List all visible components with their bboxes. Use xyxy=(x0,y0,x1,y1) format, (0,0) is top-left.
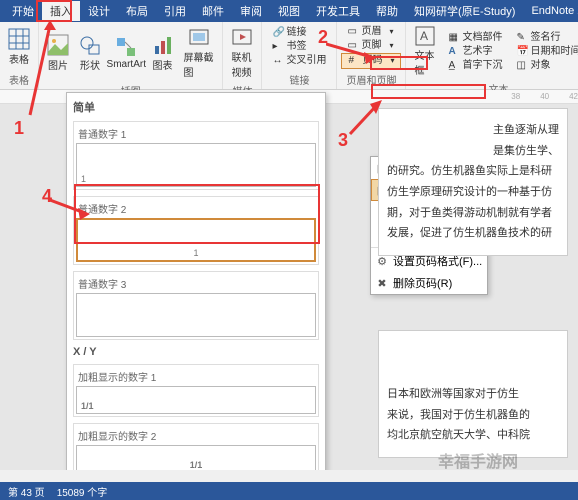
crossref-button[interactable]: ↔交叉引用 xyxy=(266,54,332,68)
footer-button[interactable]: ▭页脚▾ xyxy=(341,39,401,53)
tab-endnote[interactable]: EndNote X9 xyxy=(523,3,578,19)
ribbon: 表格 表格 图片 形状 SmartArt 图表 xyxy=(0,22,578,90)
page-number-button[interactable]: #页码▾ xyxy=(341,53,401,69)
tab-devtools[interactable]: 开发工具 xyxy=(308,1,368,21)
tab-insert[interactable]: 插入 xyxy=(42,1,80,21)
screenshot-button[interactable]: 屏幕截图 xyxy=(180,24,219,81)
menubar: 开始 插入 设计 布局 引用 邮件 审阅 视图 开发工具 帮助 知网研学(原E-… xyxy=(0,0,578,22)
wordart-icon: A xyxy=(445,46,457,58)
datetime-button[interactable]: 📅日期和时间 xyxy=(510,45,578,59)
wordart-button[interactable]: A艺术字 xyxy=(442,45,508,59)
tables-caption: 表格 xyxy=(9,51,29,66)
status-bar: 第 43 页 15089 个字 xyxy=(0,482,578,500)
gallery-section-xy: X / Y xyxy=(73,346,319,358)
bookmark-icon: ▸ xyxy=(269,41,281,53)
page-number-icon: # xyxy=(345,55,357,67)
document-page-1[interactable]: 主鱼逐渐从理 是集仿生学、 的研究。仿生机器鱼实际上是科研 仿生学原理研究设计的… xyxy=(378,108,568,256)
chart-button[interactable]: 图表 xyxy=(148,32,178,74)
svg-text:A: A xyxy=(420,29,428,43)
group-tables-label: 表格 xyxy=(9,70,29,87)
gallery-item-label: 普通数字 3 xyxy=(76,274,316,293)
tab-start[interactable]: 开始 xyxy=(4,1,42,21)
gallery-item-bold2[interactable]: 加粗显示的数字 2 1/1 xyxy=(73,423,319,470)
group-tables: 表格 表格 xyxy=(0,22,39,89)
status-pages[interactable]: 第 43 页 xyxy=(8,484,45,499)
bookmark-button[interactable]: ▸书签 xyxy=(266,40,332,54)
status-words[interactable]: 15089 个字 xyxy=(57,484,108,499)
datetime-icon: 📅 xyxy=(513,46,525,58)
object-button[interactable]: ◫对象 xyxy=(510,59,578,73)
gallery-section-simple: 简单 xyxy=(73,99,319,115)
header-icon: ▭ xyxy=(344,26,356,38)
tab-references[interactable]: 引用 xyxy=(156,1,194,21)
screenshot-caption: 屏幕截图 xyxy=(184,49,215,79)
online-video-button[interactable]: 联机视频 xyxy=(227,24,257,81)
dropcap-button[interactable]: A̲首字下沉 xyxy=(442,59,508,73)
smartart-button[interactable]: SmartArt xyxy=(107,34,146,72)
tab-design[interactable]: 设计 xyxy=(80,1,118,21)
doc-line: 仿生学原理研究设计的一种基于仿 xyxy=(387,183,559,202)
doc-line: 的研究。仿生机器鱼实际上是科研 xyxy=(387,162,559,181)
document-area: 2468 384042 简单 普通数字 1 1 普通数字 2 1 普通数字 3 … xyxy=(0,90,578,470)
tab-estudy[interactable]: 知网研学(原E-Study) xyxy=(406,1,523,21)
group-media: 联机视频 媒体 xyxy=(223,22,262,89)
gallery-item-plain2[interactable]: 普通数字 2 1 xyxy=(73,196,319,265)
link-icon: 🔗 xyxy=(269,27,281,39)
shapes-caption: 形状 xyxy=(80,57,100,72)
smartart-caption: SmartArt xyxy=(107,59,146,70)
quickparts-button[interactable]: ▦文档部件 xyxy=(442,31,508,45)
footer-icon: ▭ xyxy=(344,40,356,52)
group-header-footer: ▭页眉▾ ▭页脚▾ #页码▾ 页眉和页脚 xyxy=(337,22,406,89)
header-button[interactable]: ▭页眉▾ xyxy=(341,25,401,39)
tab-layout[interactable]: 布局 xyxy=(118,1,156,21)
link-button[interactable]: 🔗链接 xyxy=(266,26,332,40)
doc-line: 均北京航空航天大学、中科院 xyxy=(387,426,559,445)
doc-line: 期，对于鱼类得游动机制就有学者 xyxy=(387,204,559,223)
doc-line: 来说，我国对于仿生机器鱼的 xyxy=(387,406,559,425)
pictures-caption: 图片 xyxy=(48,57,68,72)
gallery-item-bold1[interactable]: 加粗显示的数字 1 1/1 xyxy=(73,364,319,417)
chart-caption: 图表 xyxy=(153,57,173,72)
shapes-button[interactable]: 形状 xyxy=(75,32,105,74)
group-links-label: 链接 xyxy=(289,70,309,87)
gallery-item-plain3[interactable]: 普通数字 3 xyxy=(73,271,319,340)
tab-review[interactable]: 审阅 xyxy=(232,1,270,21)
tab-view[interactable]: 视图 xyxy=(270,1,308,21)
group-text: A 文本框 ▦文档部件 A艺术字 A̲首字下沉 ✎签名行 📅日期和时间 ◫对象 … xyxy=(406,22,578,89)
gallery-item-label: 加粗显示的数字 2 xyxy=(76,426,316,445)
document-page-2[interactable]: 日本和欧洲等国家对于仿生 来说，我国对于仿生机器鱼的 均北京航空航天大学、中科院 xyxy=(378,330,568,458)
onlinevideo-caption: 联机视频 xyxy=(231,49,253,79)
gallery-item-label: 普通数字 1 xyxy=(76,124,316,143)
textbox-button[interactable]: A 文本框 xyxy=(410,24,440,79)
signature-icon: ✎ xyxy=(513,32,525,44)
crossref-icon: ↔ xyxy=(269,55,281,67)
object-icon: ◫ xyxy=(513,60,525,72)
tab-mail[interactable]: 邮件 xyxy=(194,1,232,21)
dropcap-icon: A̲ xyxy=(445,60,457,72)
textbox-caption: 文本框 xyxy=(414,47,436,77)
doc-line: 主鱼逐渐从理 xyxy=(387,121,559,140)
page-number-gallery[interactable]: 简单 普通数字 1 1 普通数字 2 1 普通数字 3 X / Y 加粗显示的数… xyxy=(66,92,326,470)
doc-line: 是集仿生学、 xyxy=(387,142,559,161)
doc-line: 日本和欧洲等国家对于仿生 xyxy=(387,385,559,404)
gallery-item-plain1[interactable]: 普通数字 1 1 xyxy=(73,121,319,190)
group-hf-label: 页眉和页脚 xyxy=(346,70,396,87)
group-links: 🔗链接 ▸书签 ↔交叉引用 链接 xyxy=(262,22,337,89)
signature-button[interactable]: ✎签名行 xyxy=(510,31,578,45)
quickparts-icon: ▦ xyxy=(445,32,457,44)
group-illustrations: 图片 形状 SmartArt 图表 屏幕截图 插图 xyxy=(39,22,223,89)
pictures-button[interactable]: 图片 xyxy=(43,32,73,74)
remove-icon: ✖ xyxy=(375,276,389,290)
tables-button[interactable]: 表格 xyxy=(4,26,34,68)
menu-remove-page-numbers[interactable]: ✖删除页码(R) xyxy=(371,272,487,294)
doc-line: 发展，促进了仿生机器鱼技术的研 xyxy=(387,224,559,243)
gallery-item-label: 普通数字 2 xyxy=(76,199,316,218)
tab-help[interactable]: 帮助 xyxy=(368,1,406,21)
gallery-item-label: 加粗显示的数字 1 xyxy=(76,367,316,386)
